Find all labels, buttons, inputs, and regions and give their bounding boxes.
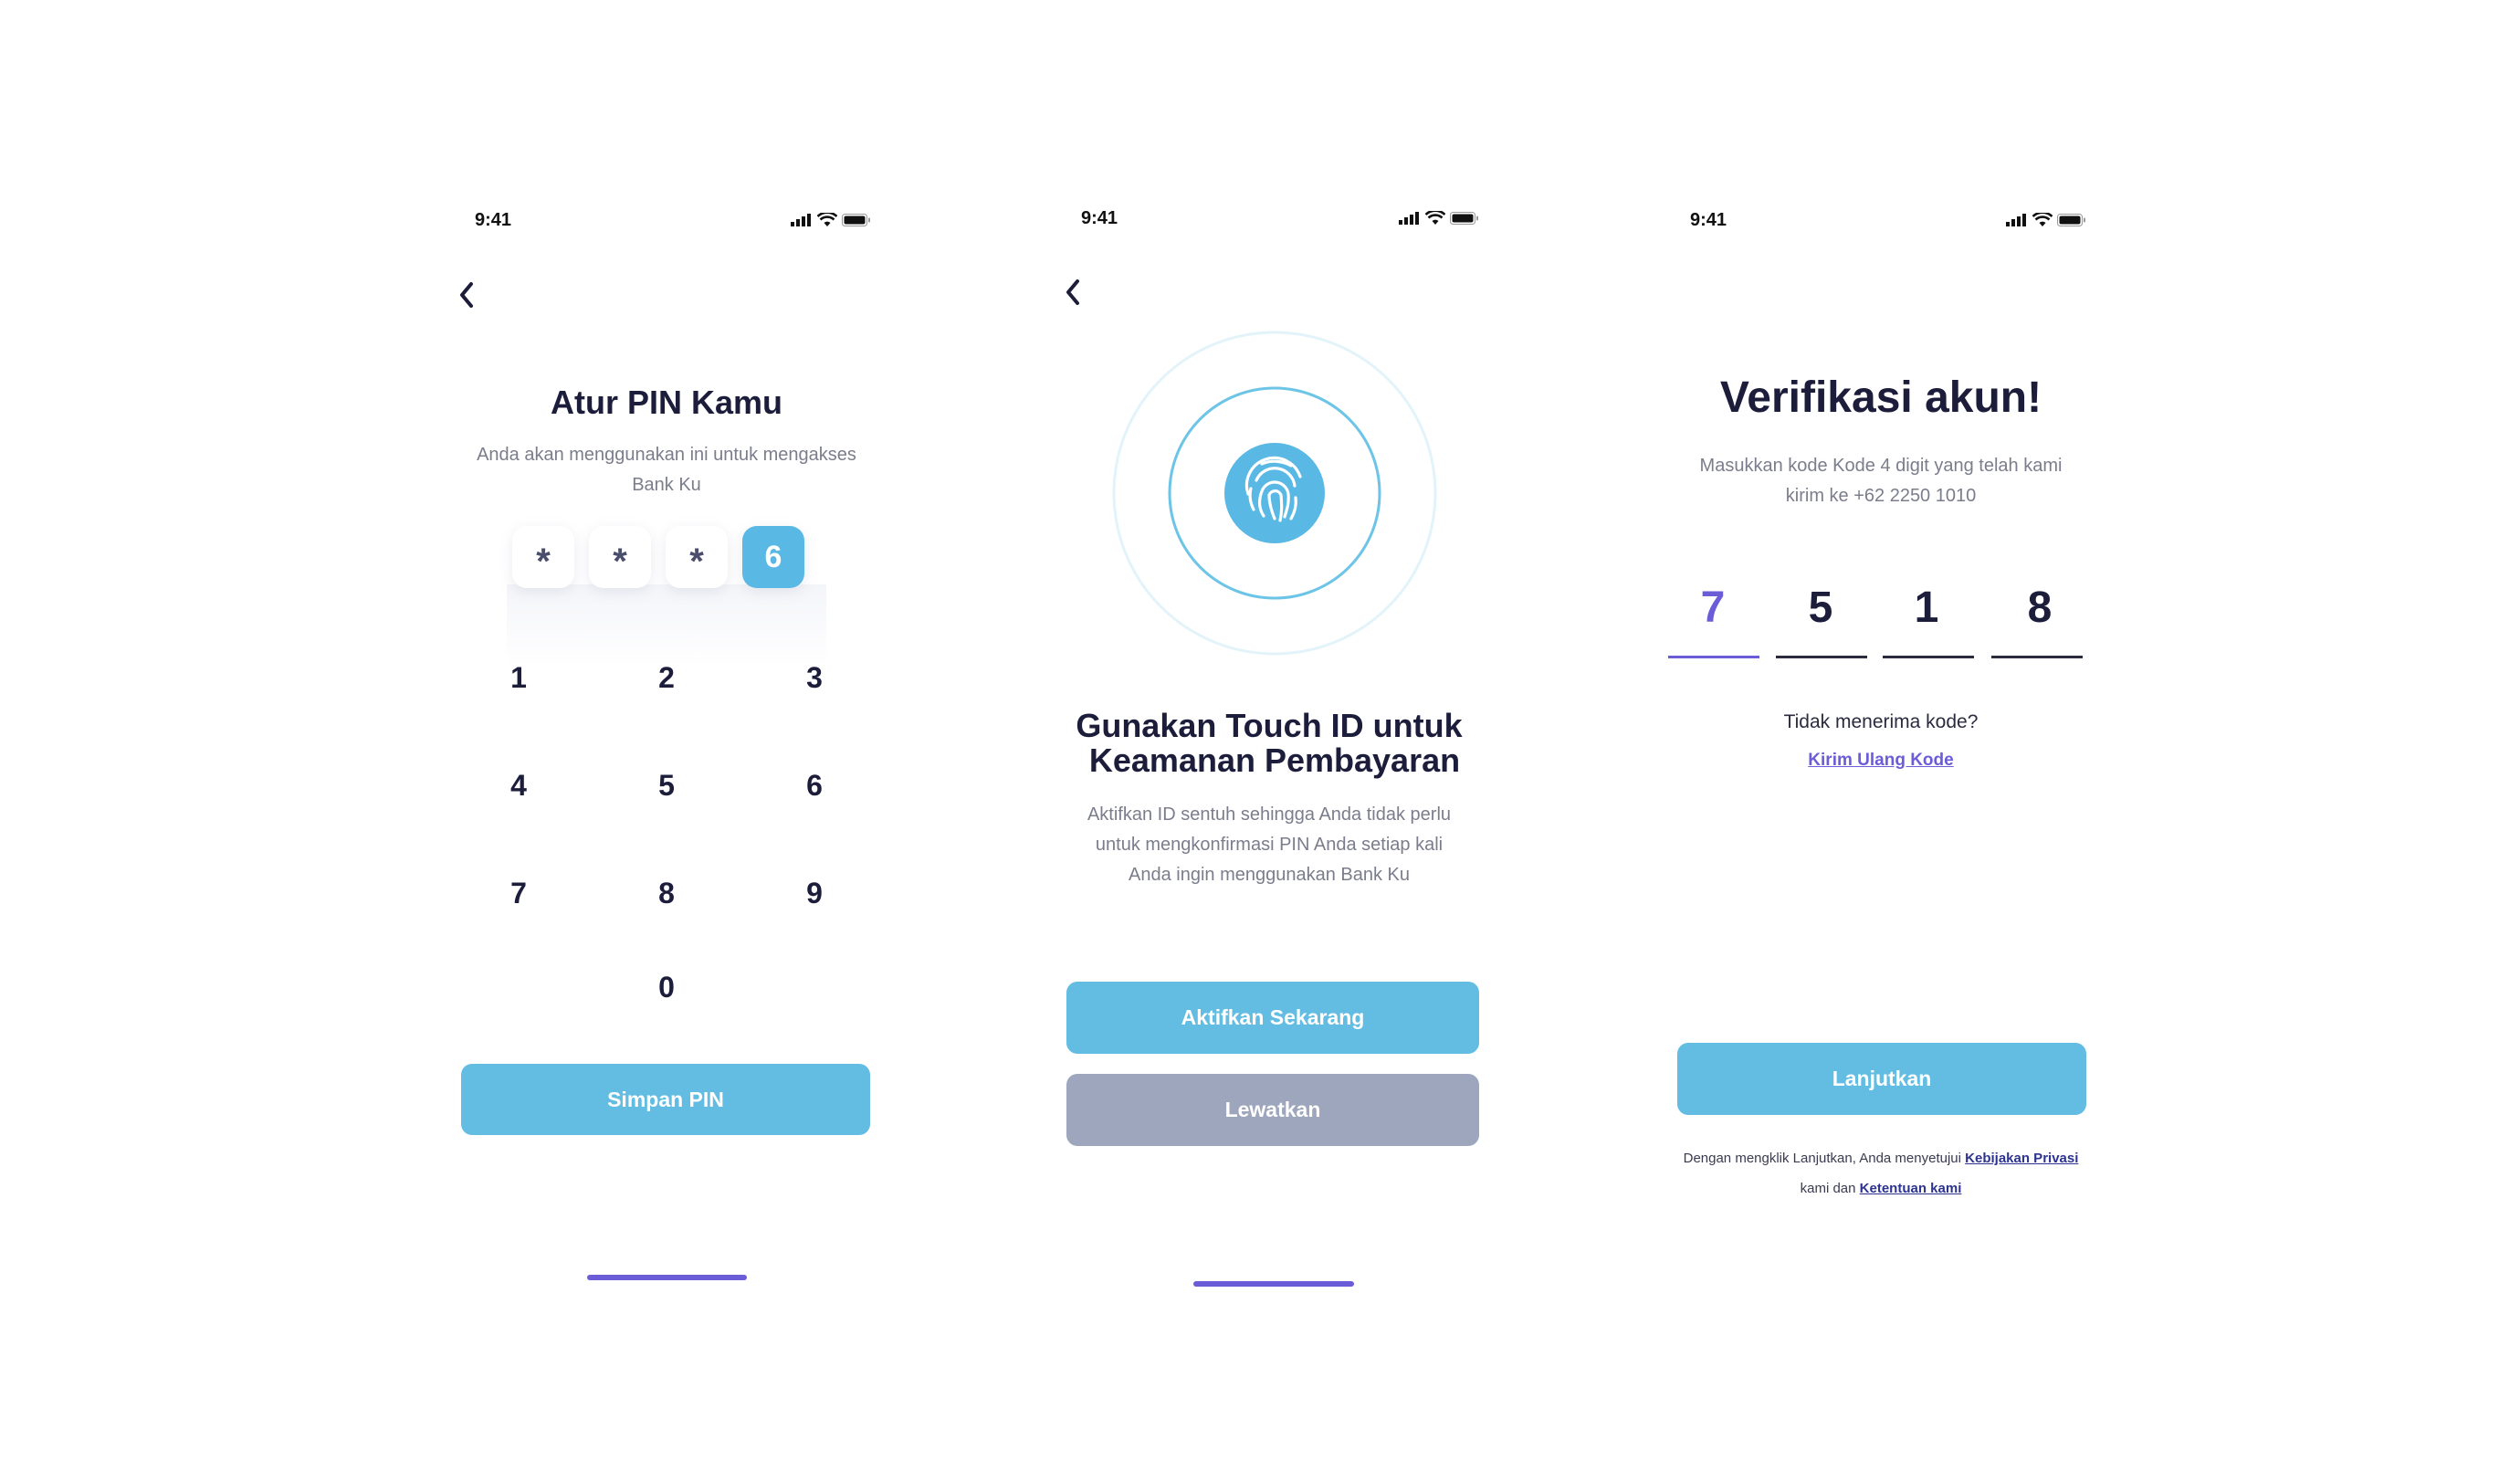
description-line: untuk mengkonfirmasi PIN Anda setiap kal… — [1095, 835, 1444, 855]
keypad-key-9[interactable]: 9 — [778, 877, 851, 910]
touch-id-illustration — [1112, 331, 1437, 656]
signal-icon — [791, 214, 811, 226]
keypad-key-1[interactable]: 1 — [482, 661, 555, 695]
page-title: Verifikasi akun! — [1719, 373, 2042, 422]
subtitle-line: kirim ke +62 2250 1010 — [1785, 486, 1977, 506]
battery-icon — [2057, 214, 2085, 226]
status-time: 9:41 — [1081, 208, 1118, 228]
pin-shadow — [507, 584, 826, 667]
battery-icon — [1450, 212, 1478, 225]
status-icons — [791, 213, 871, 227]
pin-digit-box: * — [589, 526, 651, 588]
keypad-key-4[interactable]: 4 — [482, 769, 555, 803]
home-indicator — [1193, 1281, 1354, 1287]
status-time: 9:41 — [1690, 210, 1727, 230]
wifi-icon — [817, 213, 837, 226]
continue-button[interactable]: Lanjutkan — [1677, 1043, 2086, 1115]
title-line: Gunakan Touch ID untuk — [1076, 707, 1463, 744]
subtitle-line: Masukkan kode Kode 4 digit yang telah ka… — [1699, 456, 2063, 476]
wifi-icon — [1425, 211, 1445, 225]
page-subtitle: Masukkan kode Kode 4 digit yang telah ka… — [1653, 451, 2109, 511]
page-description: Aktifkan ID sentuh sehingga Anda tidak p… — [1050, 800, 1488, 890]
pin-digit-box: * — [666, 526, 728, 588]
keypad-key-2[interactable]: 2 — [630, 661, 703, 695]
pin-digit-box-active: 6 — [742, 526, 804, 588]
signal-icon — [2006, 214, 2026, 226]
terms-line: kami dan Ketentuan kami — [1634, 1173, 2127, 1204]
otp-digit[interactable]: 5 — [1775, 583, 1866, 633]
page-subtitle: Anda akan menggunakan ini untuk mengakse… — [461, 440, 872, 500]
keypad-key-6[interactable]: 6 — [778, 769, 851, 803]
signal-icon — [1399, 212, 1419, 225]
page-title: Gunakan Touch ID untuk Keamanan Pembayar… — [1023, 709, 1516, 778]
otp-digit[interactable]: 8 — [1994, 583, 2085, 633]
skip-button[interactable]: Lewatkan — [1066, 1074, 1479, 1146]
wifi-icon — [2032, 213, 2053, 226]
description-line: Anda ingin menggunakan Bank Ku — [1128, 865, 1410, 885]
keypad-key-0[interactable]: 0 — [630, 971, 703, 1004]
no-code-text: Tidak menerima kode? — [1783, 711, 1979, 732]
terms-middle: kami dan — [1800, 1181, 1856, 1196]
subtitle-line: Bank Ku — [632, 475, 701, 495]
terms-line: Dengan mengklik Lanjutkan, Anda menyetuj… — [1634, 1143, 2127, 1173]
battery-icon — [842, 214, 870, 226]
otp-digit[interactable]: 1 — [1881, 583, 1972, 633]
otp-underline — [1991, 656, 2083, 658]
back-arrow-icon[interactable] — [457, 279, 477, 311]
title-line: Keamanan Pembayaran — [1088, 741, 1461, 779]
otp-digit[interactable]: 7 — [1667, 583, 1759, 633]
privacy-policy-link[interactable]: Kebijakan Privasi — [1965, 1151, 2078, 1166]
otp-underline — [1883, 656, 1974, 658]
status-icons — [2006, 213, 2086, 227]
save-pin-button[interactable]: Simpan PIN — [461, 1064, 870, 1135]
keypad-key-8[interactable]: 8 — [630, 877, 703, 910]
status-time: 9:41 — [475, 210, 512, 230]
subtitle-line: Anda akan menggunakan ini untuk mengakse… — [477, 445, 856, 465]
status-icons — [1399, 211, 1479, 226]
description-line: Aktifkan ID sentuh sehingga Anda tidak p… — [1087, 804, 1452, 825]
resend-code-row: Kirim Ulang Kode — [1653, 751, 2109, 771]
keypad-key-5[interactable]: 5 — [630, 769, 703, 803]
terms-of-service-link[interactable]: Ketentuan kami — [1860, 1181, 1962, 1196]
keypad-key-7[interactable]: 7 — [482, 877, 555, 910]
activate-now-button[interactable]: Aktifkan Sekarang — [1066, 982, 1479, 1054]
terms-text: Dengan mengklik Lanjutkan, Anda menyetuj… — [1634, 1143, 2127, 1204]
keypad-key-3[interactable]: 3 — [778, 661, 851, 695]
page-title: Atur PIN Kamu — [550, 384, 783, 421]
terms-prefix: Dengan mengklik Lanjutkan, Anda menyetuj… — [1683, 1151, 1961, 1166]
pin-digit-box: * — [512, 526, 574, 588]
back-arrow-icon[interactable] — [1063, 276, 1083, 309]
home-indicator — [587, 1275, 747, 1280]
resend-code-link[interactable]: Kirim Ulang Kode — [1808, 751, 1953, 770]
otp-underline — [1776, 656, 1867, 658]
otp-underline-active — [1668, 656, 1759, 658]
